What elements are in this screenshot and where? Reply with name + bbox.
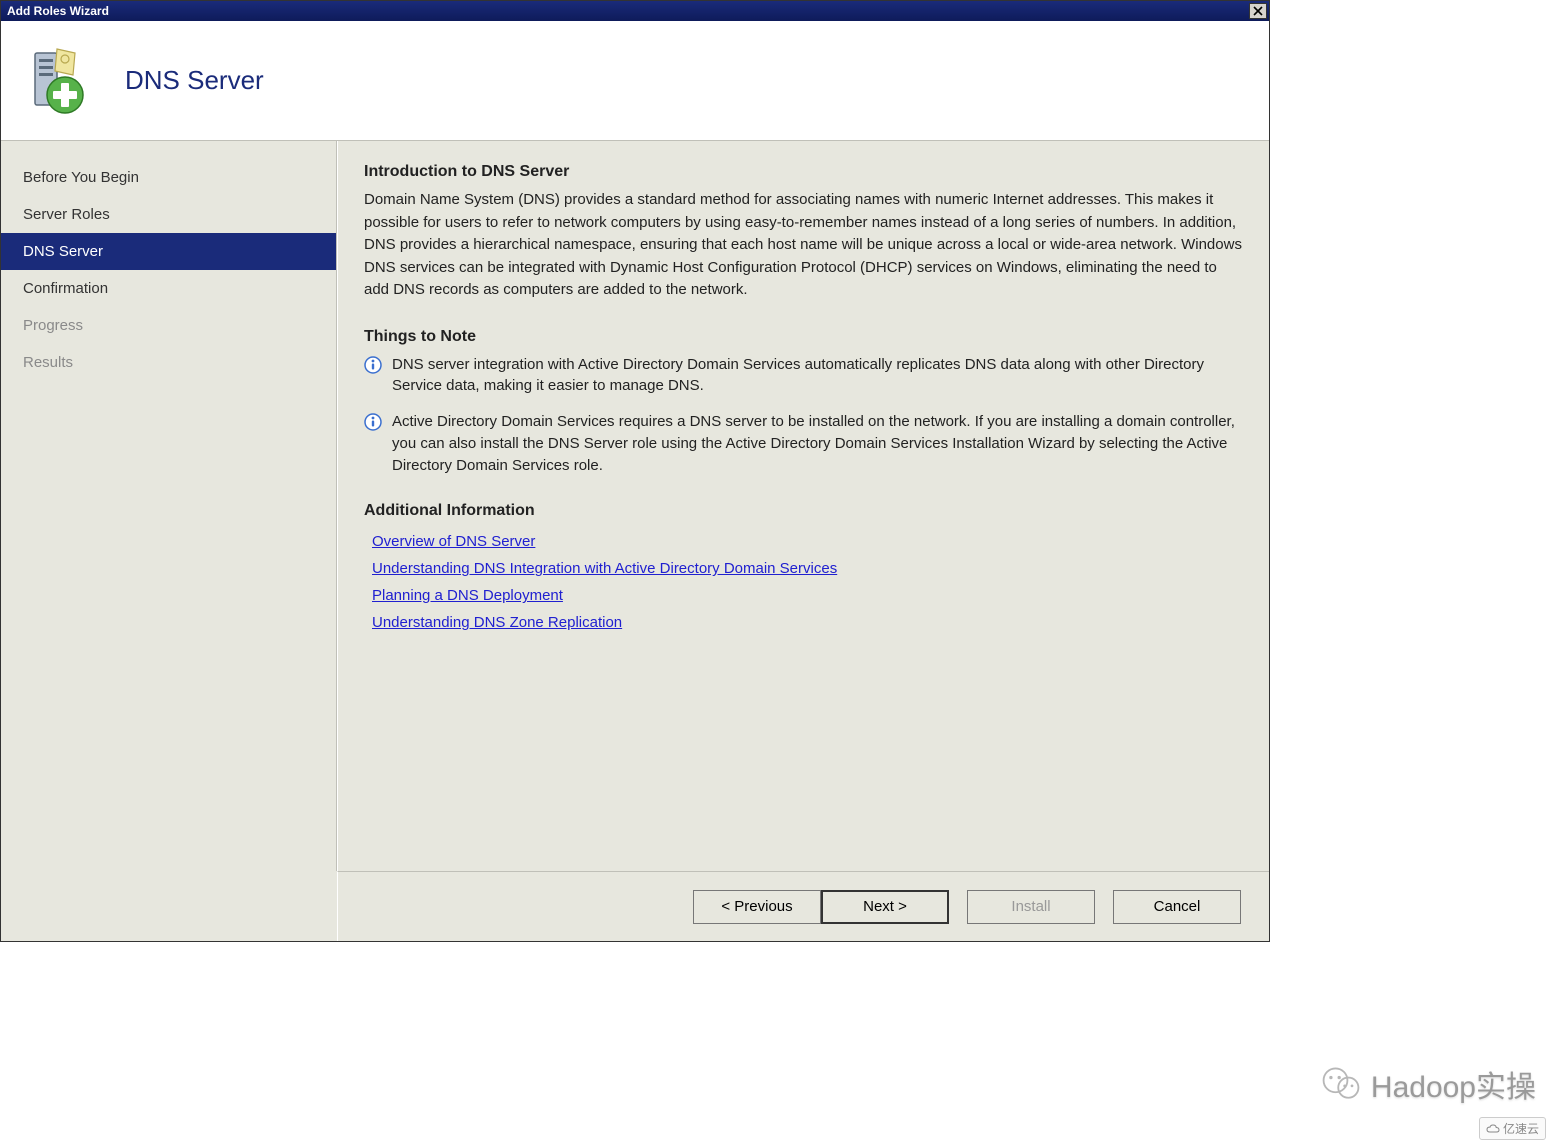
cancel-button[interactable]: Cancel xyxy=(1113,890,1241,924)
cloud-icon xyxy=(1486,1124,1500,1134)
step-results: Results xyxy=(1,344,336,381)
link-overview[interactable]: Overview of DNS Server xyxy=(364,528,535,555)
page-title: DNS Server xyxy=(125,65,264,96)
note-item: Active Directory Domain Services require… xyxy=(364,411,1243,476)
wizard-window: Add Roles Wizard DNS Server Before You B… xyxy=(0,0,1270,942)
watermark-text: Hadoop实操 xyxy=(1371,1062,1536,1106)
info-icon xyxy=(364,413,382,431)
title-bar: Add Roles Wizard xyxy=(1,1,1269,21)
additional-heading: Additional Information xyxy=(364,502,1243,520)
additional-links: Overview of DNS Server Understanding DNS… xyxy=(364,528,1243,636)
notes-heading: Things to Note xyxy=(364,328,1243,346)
window-title: Add Roles Wizard xyxy=(7,4,109,18)
wizard-content: Introduction to DNS Server Domain Name S… xyxy=(337,141,1269,871)
note-item: DNS server integration with Active Direc… xyxy=(364,354,1243,398)
wizard-footer: < Previous Next > Install Cancel xyxy=(337,871,1269,941)
note-text: Active Directory Domain Services require… xyxy=(392,411,1243,476)
install-button: Install xyxy=(967,890,1095,924)
link-ad-integration[interactable]: Understanding DNS Integration with Activ… xyxy=(364,555,837,582)
next-button[interactable]: Next > xyxy=(821,890,949,924)
previous-button[interactable]: < Previous xyxy=(693,890,821,924)
step-before-you-begin[interactable]: Before You Begin xyxy=(1,159,336,196)
close-button[interactable] xyxy=(1249,3,1267,19)
info-icon xyxy=(364,356,382,374)
wechat-icon xyxy=(1319,1062,1363,1106)
link-zone-replication[interactable]: Understanding DNS Zone Replication xyxy=(364,609,622,636)
intro-heading: Introduction to DNS Server xyxy=(364,163,1243,181)
step-progress: Progress xyxy=(1,307,336,344)
watermark: Hadoop实操 xyxy=(1319,1062,1536,1106)
step-confirmation[interactable]: Confirmation xyxy=(1,270,336,307)
wizard-steps-sidebar: Before You Begin Server Roles DNS Server… xyxy=(1,141,337,871)
note-text: DNS server integration with Active Direc… xyxy=(392,354,1243,398)
step-server-roles[interactable]: Server Roles xyxy=(1,196,336,233)
wizard-header: DNS Server xyxy=(1,21,1269,141)
wizard-body: Before You Begin Server Roles DNS Server… xyxy=(1,141,1269,871)
server-role-icon xyxy=(15,41,95,121)
notes-list: DNS server integration with Active Direc… xyxy=(364,354,1243,477)
link-planning[interactable]: Planning a DNS Deployment xyxy=(364,582,563,609)
intro-text: Domain Name System (DNS) provides a stan… xyxy=(364,189,1243,302)
corner-badge: 亿速云 xyxy=(1479,1117,1546,1140)
step-dns-server[interactable]: DNS Server xyxy=(1,233,336,270)
badge-text: 亿速云 xyxy=(1503,1120,1539,1137)
close-icon xyxy=(1253,6,1263,16)
